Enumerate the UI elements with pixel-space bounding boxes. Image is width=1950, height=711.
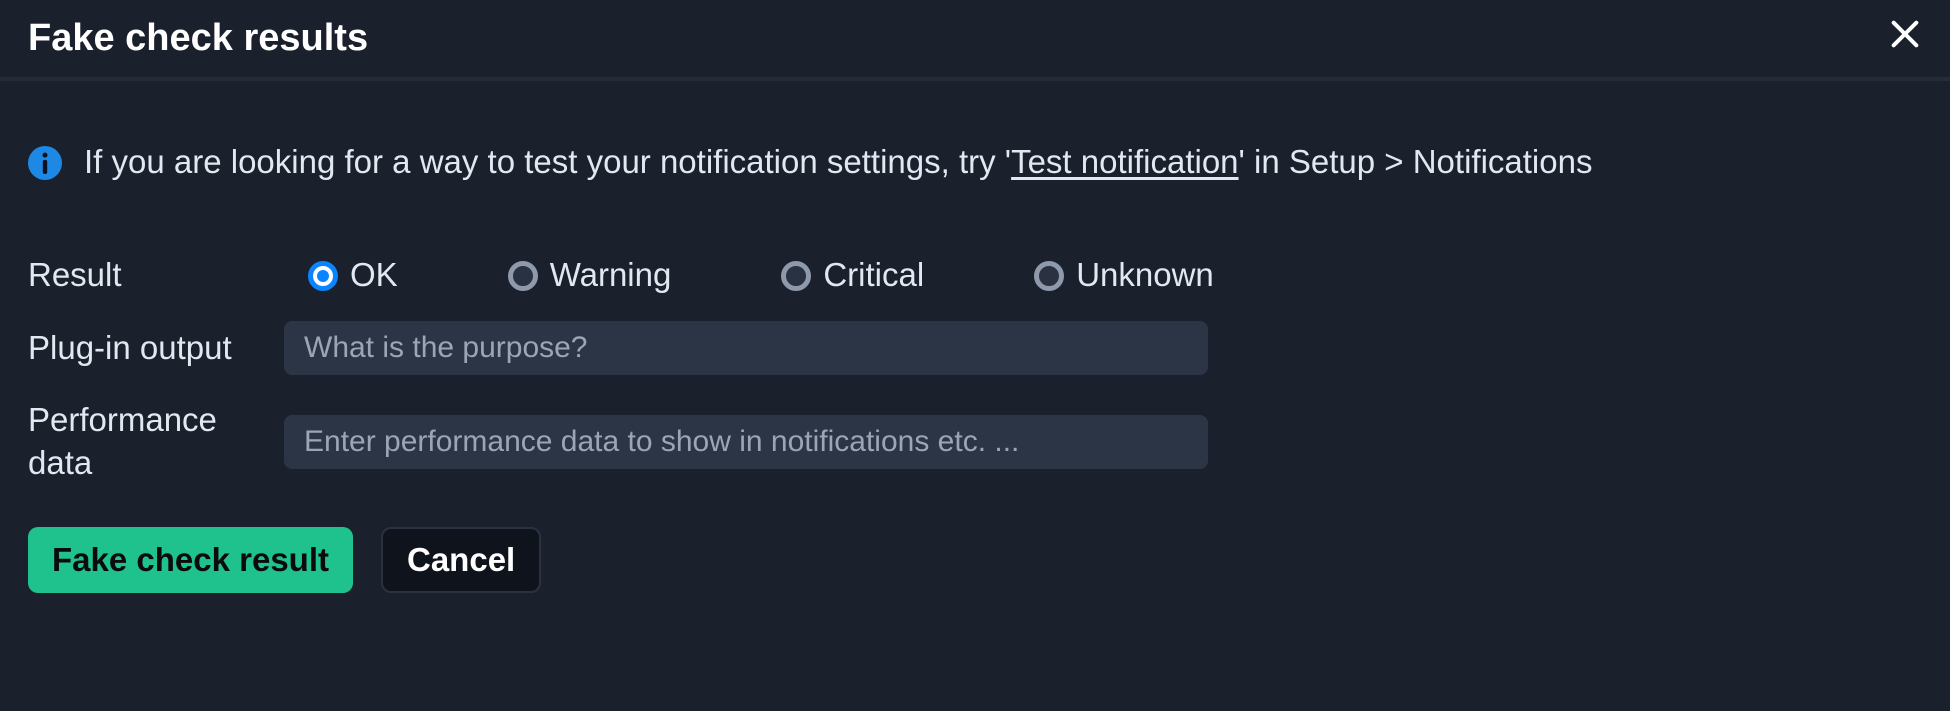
radio-icon bbox=[308, 261, 338, 291]
fake-check-result-button[interactable]: Fake check result bbox=[28, 527, 353, 593]
info-text: If you are looking for a way to test you… bbox=[84, 141, 1592, 184]
radio-label: Unknown bbox=[1076, 254, 1214, 297]
radio-label: Warning bbox=[550, 254, 672, 297]
info-suffix: ' in Setup > Notifications bbox=[1239, 143, 1593, 180]
plugin-output-row: Plug-in output bbox=[28, 321, 1922, 375]
dialog-header: Fake check results bbox=[0, 0, 1950, 81]
performance-data-input[interactable] bbox=[284, 415, 1208, 469]
info-icon bbox=[28, 146, 62, 180]
performance-data-row: Performance data bbox=[28, 399, 1922, 485]
result-radio-group: OK Warning Critical Unknown bbox=[284, 254, 1214, 297]
dialog-title: Fake check results bbox=[28, 14, 368, 63]
performance-data-label: Performance data bbox=[28, 399, 284, 485]
info-prefix: If you are looking for a way to test you… bbox=[84, 143, 1011, 180]
plugin-output-input[interactable] bbox=[284, 321, 1208, 375]
radio-icon bbox=[1034, 261, 1064, 291]
plugin-output-label: Plug-in output bbox=[28, 327, 284, 370]
radio-label: OK bbox=[350, 254, 398, 297]
radio-label: Critical bbox=[823, 254, 924, 297]
radio-icon bbox=[508, 261, 538, 291]
result-option-ok[interactable]: OK bbox=[308, 254, 398, 297]
cancel-button[interactable]: Cancel bbox=[381, 527, 541, 593]
close-button[interactable] bbox=[1888, 17, 1922, 61]
result-option-warning[interactable]: Warning bbox=[508, 254, 672, 297]
close-icon bbox=[1888, 17, 1922, 61]
dialog-body: If you are looking for a way to test you… bbox=[0, 81, 1950, 621]
info-banner: If you are looking for a way to test you… bbox=[28, 141, 1922, 184]
result-option-unknown[interactable]: Unknown bbox=[1034, 254, 1214, 297]
test-notification-link[interactable]: Test notification bbox=[1011, 143, 1238, 180]
result-label: Result bbox=[28, 254, 284, 297]
result-option-critical[interactable]: Critical bbox=[781, 254, 924, 297]
radio-icon bbox=[781, 261, 811, 291]
dialog-actions: Fake check result Cancel bbox=[28, 527, 1922, 593]
result-row: Result OK Warning Critical Unknown bbox=[28, 254, 1922, 297]
fake-check-results-dialog: Fake check results If you are looking fo… bbox=[0, 0, 1950, 621]
